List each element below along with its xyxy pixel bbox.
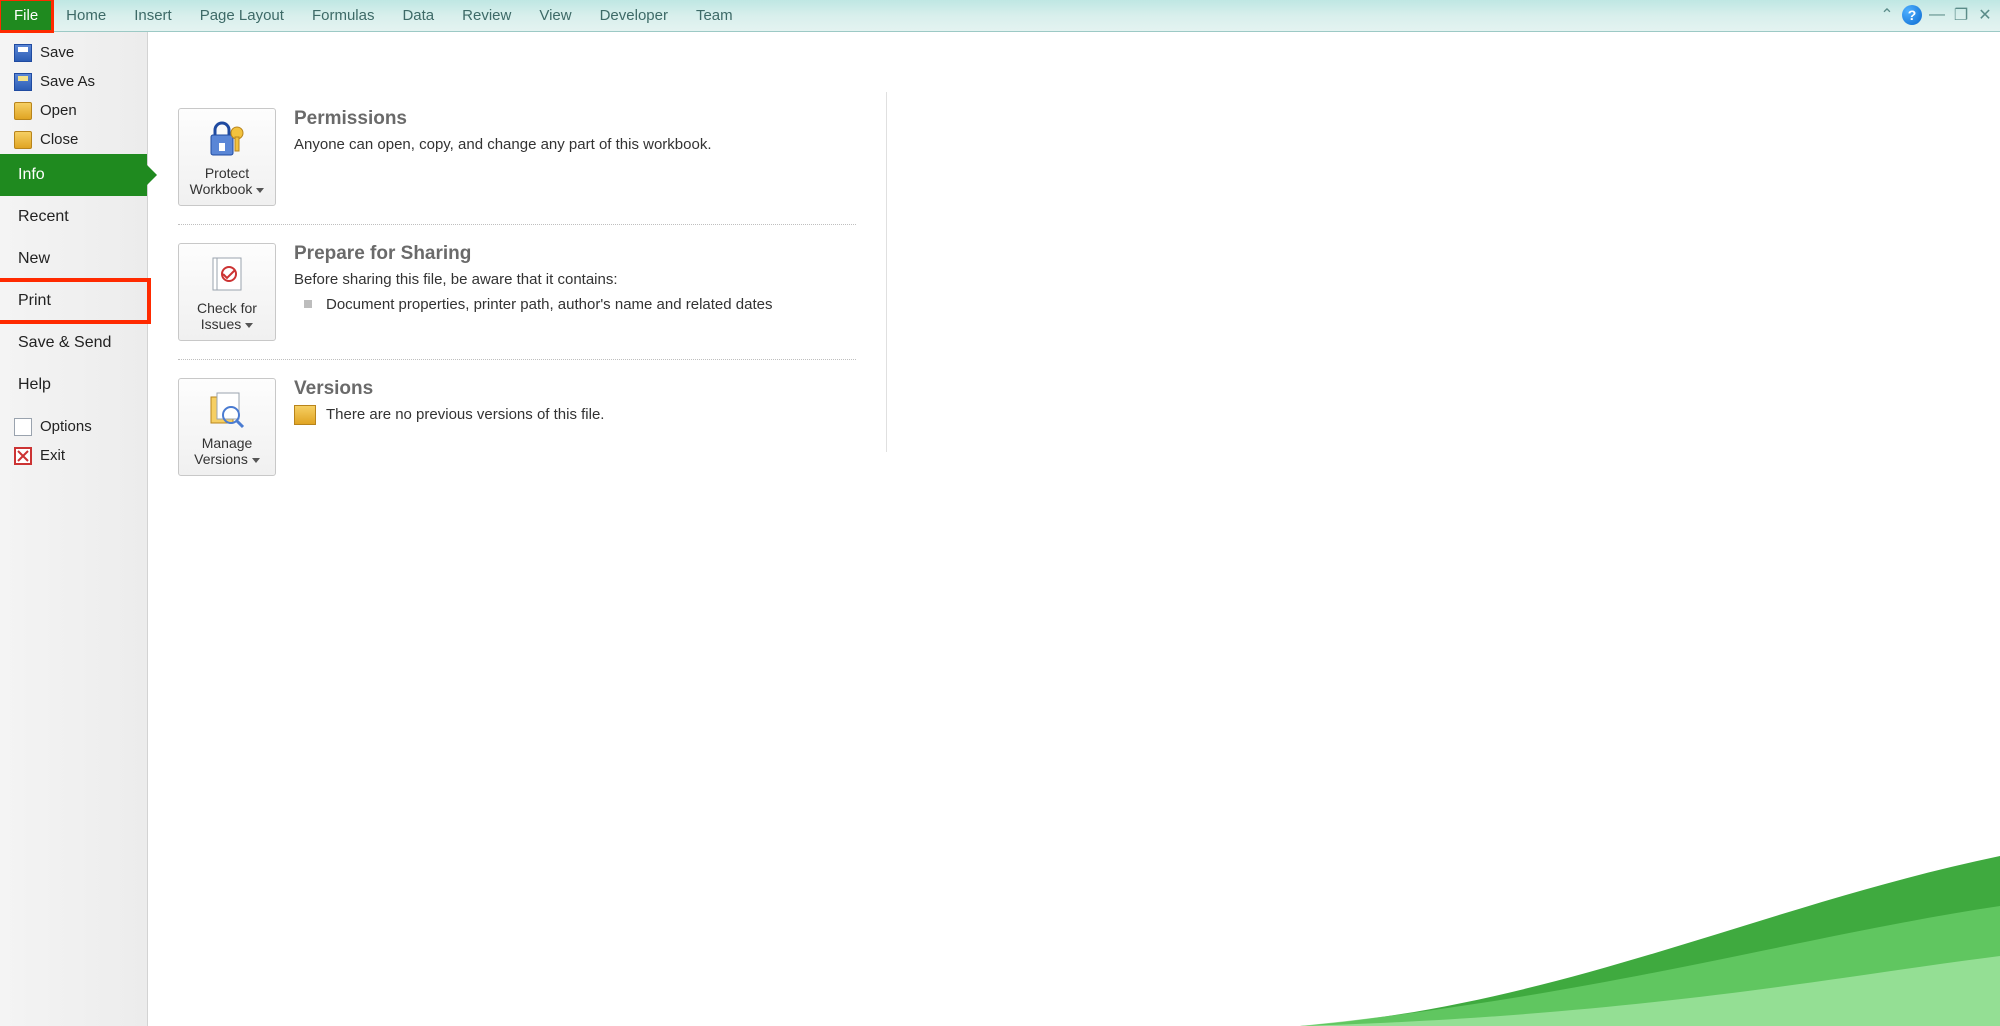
ribbon-tabs-bar: File Home Insert Page Layout Formulas Da…	[0, 0, 2000, 32]
sidebar-item-info[interactable]: Info	[0, 154, 147, 196]
sidebar-item-recent[interactable]: Recent	[0, 196, 147, 238]
help-icon[interactable]: ?	[1902, 5, 1922, 25]
tab-label: Page Layout	[200, 7, 284, 24]
backstage-sidebar: Save Save As Open Close Info Recent New …	[0, 32, 148, 1026]
sidebar-item-label: Help	[18, 376, 51, 394]
tab-label: Review	[462, 7, 511, 24]
tab-label: Formulas	[312, 7, 375, 24]
window-minimize-icon[interactable]: —	[1928, 6, 1946, 24]
tab-formulas[interactable]: Formulas	[298, 0, 389, 31]
window-restore-icon[interactable]: ❐	[1952, 6, 1970, 24]
vertical-divider	[886, 92, 887, 452]
tab-file[interactable]: File	[0, 0, 52, 31]
lock-key-icon	[203, 119, 251, 159]
big-button-label: Manage Versions	[185, 435, 269, 467]
big-button-label: Protect Workbook	[185, 165, 269, 197]
permissions-text: Anyone can open, copy, and change any pa…	[294, 134, 856, 155]
check-for-issues-button[interactable]: Check for Issues	[178, 243, 276, 341]
save-as-icon	[14, 73, 32, 91]
tab-home[interactable]: Home	[52, 0, 120, 31]
tab-view[interactable]: View	[525, 0, 585, 31]
tab-developer[interactable]: Developer	[586, 0, 682, 31]
big-button-label: Check for Issues	[185, 300, 269, 332]
permissions-title: Permissions	[294, 108, 856, 130]
sidebar-item-label: Recent	[18, 208, 69, 226]
exit-icon	[14, 447, 32, 465]
tab-label: Insert	[134, 7, 172, 24]
window-close-icon[interactable]: ✕	[1976, 6, 1994, 24]
prepare-text: Before sharing this file, be aware that …	[294, 269, 856, 290]
sidebar-item-label: Save	[40, 44, 74, 61]
sidebar-item-label: Exit	[40, 447, 65, 464]
save-icon	[14, 44, 32, 62]
sidebar-item-label: Options	[40, 418, 92, 435]
titlebar-controls: ⌃ ? — ❐ ✕	[1878, 5, 1994, 25]
manage-versions-button[interactable]: Manage Versions	[178, 378, 276, 476]
prepare-title: Prepare for Sharing	[294, 243, 856, 265]
sidebar-item-save-send[interactable]: Save & Send	[0, 322, 147, 364]
section-prepare-sharing: Check for Issues Prepare for Sharing Bef…	[178, 224, 856, 359]
sidebar-item-exit[interactable]: Exit	[0, 441, 147, 470]
prepare-bullet-text: Document properties, printer path, autho…	[326, 294, 772, 315]
sidebar-item-label: Save As	[40, 73, 95, 90]
versions-text: There are no previous versions of this f…	[294, 404, 856, 425]
tab-label: View	[539, 7, 571, 24]
tab-page-layout[interactable]: Page Layout	[186, 0, 298, 31]
section-permissions: Protect Workbook Permissions Anyone can …	[178, 48, 856, 224]
sidebar-item-print[interactable]: Print	[0, 280, 147, 322]
folder-close-icon	[14, 131, 32, 149]
dropdown-caret-icon	[245, 323, 253, 328]
tab-label: Developer	[600, 7, 668, 24]
tab-label: Team	[696, 7, 733, 24]
sidebar-item-new[interactable]: New	[0, 238, 147, 280]
tab-file-label: File	[14, 7, 38, 24]
options-icon	[14, 418, 32, 436]
sidebar-item-label: Save & Send	[18, 334, 111, 352]
sidebar-item-options[interactable]: Options	[0, 412, 147, 441]
tab-review[interactable]: Review	[448, 0, 525, 31]
sidebar-item-save[interactable]: Save	[0, 38, 147, 67]
sidebar-item-help[interactable]: Help	[0, 364, 147, 406]
inspect-document-icon	[203, 254, 251, 294]
sidebar-item-label: Info	[18, 166, 45, 184]
ribbon-collapse-icon[interactable]: ⌃	[1878, 6, 1896, 24]
tab-team[interactable]: Team	[682, 0, 747, 31]
sidebar-item-label: Close	[40, 131, 78, 148]
sidebar-item-open[interactable]: Open	[0, 96, 147, 125]
versions-title: Versions	[294, 378, 856, 400]
info-panel: Protect Workbook Permissions Anyone can …	[148, 32, 2000, 1026]
tab-insert[interactable]: Insert	[120, 0, 186, 31]
version-file-icon	[294, 405, 316, 425]
sidebar-item-save-as[interactable]: Save As	[0, 67, 147, 96]
protect-workbook-button[interactable]: Protect Workbook	[178, 108, 276, 206]
section-versions: Manage Versions Versions There are no pr…	[178, 359, 856, 494]
versions-icon	[203, 389, 251, 429]
sidebar-item-label: New	[18, 250, 50, 268]
sidebar-item-label: Open	[40, 102, 77, 119]
dropdown-caret-icon	[256, 188, 264, 193]
backstage-view: Save Save As Open Close Info Recent New …	[0, 32, 2000, 1026]
tab-label: Data	[402, 7, 434, 24]
bullet-icon	[304, 300, 312, 308]
tab-label: Home	[66, 7, 106, 24]
dropdown-caret-icon	[252, 458, 260, 463]
prepare-bullet: Document properties, printer path, autho…	[294, 294, 856, 315]
tab-data[interactable]: Data	[388, 0, 448, 31]
sidebar-item-close[interactable]: Close	[0, 125, 147, 154]
sidebar-item-label: Print	[18, 292, 51, 310]
folder-open-icon	[14, 102, 32, 120]
